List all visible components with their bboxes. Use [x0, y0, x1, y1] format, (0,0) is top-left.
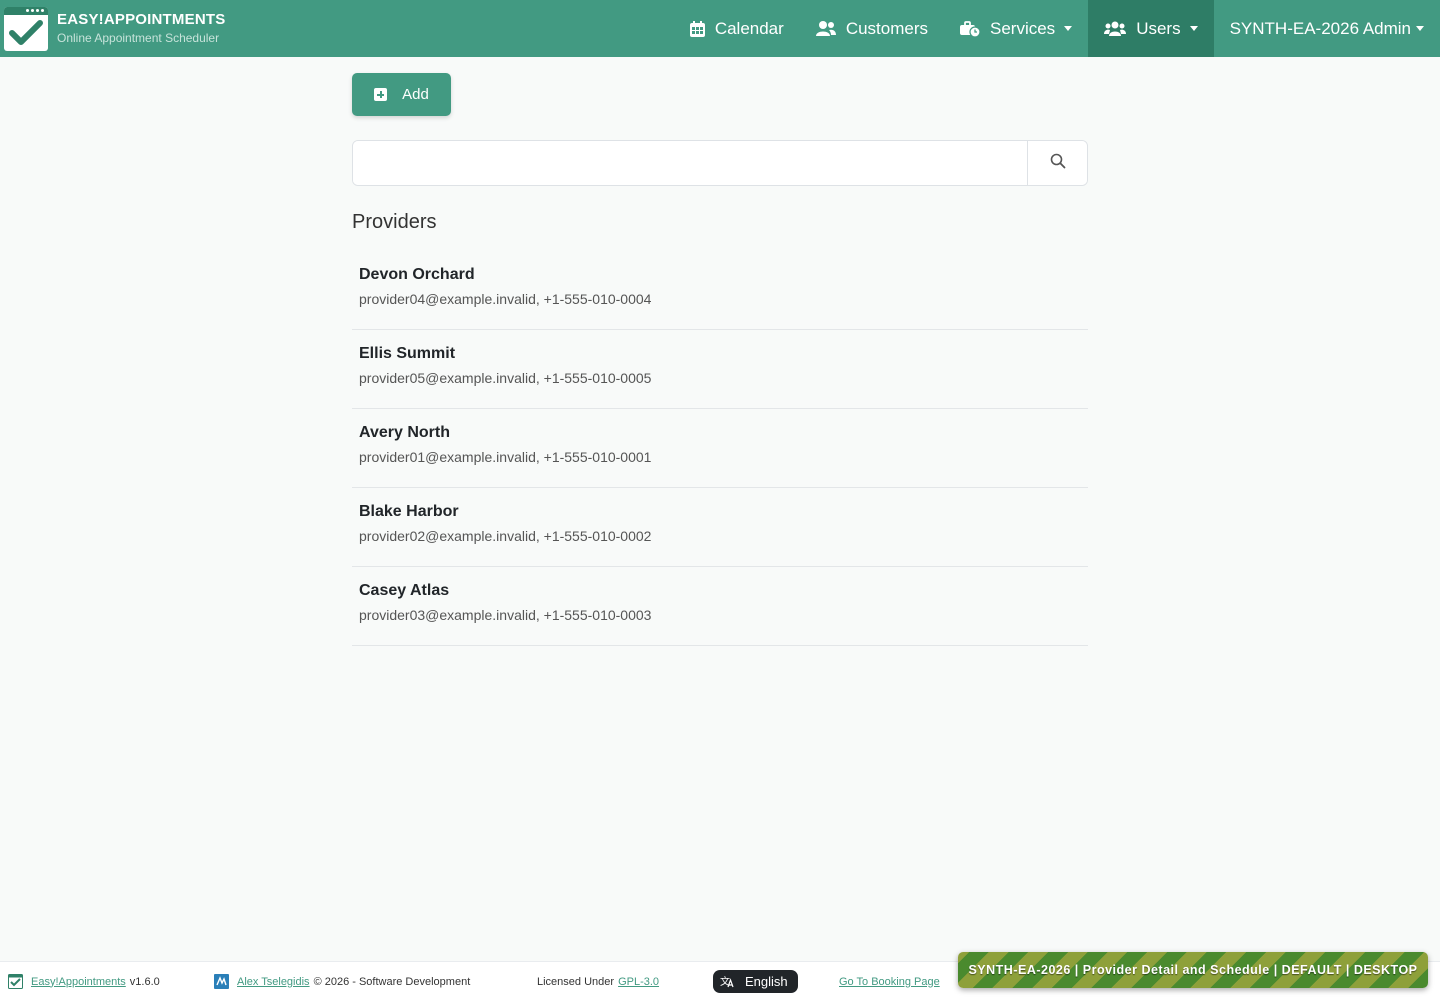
provider-name: Casey Atlas — [359, 582, 450, 599]
footer-language: 文 English — [713, 962, 798, 1000]
providers-heading: Providers — [352, 211, 437, 233]
main-nav: Calendar Customers Services Users SYNTH-… — [674, 0, 1440, 57]
nav-users-label: Users — [1136, 18, 1181, 38]
translate-icon: 文 — [720, 975, 734, 988]
users-icon — [815, 21, 836, 36]
add-button-label: Add — [402, 86, 429, 103]
chevron-down-icon — [1416, 26, 1424, 31]
provider-contact: provider03@example.invalid, +1-555-010-0… — [359, 607, 652, 623]
briefcase-clock-icon — [960, 20, 980, 37]
search-icon — [1050, 153, 1066, 174]
footer-license-label: Licensed Under — [537, 975, 615, 988]
top-navbar: EASY!APPOINTMENTS Online Appointment Sch… — [0, 0, 1440, 57]
calendar-icon — [689, 20, 705, 37]
search-button[interactable] — [1027, 141, 1087, 185]
nav-account-menu[interactable]: SYNTH-EA-2026 Admin — [1214, 0, 1440, 57]
brand-title: EASY!APPOINTMENTS — [57, 11, 226, 28]
provider-name: Devon Orchard — [359, 266, 475, 283]
language-label: English — [745, 974, 788, 989]
footer-author-link[interactable]: Alex Tselegidis — [237, 976, 310, 988]
nav-customers-label: Customers — [845, 18, 928, 38]
footer-copyright: © 2026 - Software Development — [313, 975, 471, 988]
author-logo-icon — [214, 974, 229, 989]
provider-name: Avery North — [359, 424, 450, 441]
main-content: Add Providers Devon Orchard provider04@e… — [352, 73, 1088, 646]
synth-banner: SYNTH-EA-2026 | Provider Detail and Sche… — [958, 952, 1428, 988]
plus-square-icon — [374, 88, 388, 101]
footer-app-link[interactable]: Easy!Appointments — [31, 976, 126, 988]
brand-subtitle: Online Appointment Scheduler — [57, 31, 220, 45]
footer-version: v1.6.0 — [129, 975, 160, 988]
chevron-down-icon — [1064, 26, 1073, 31]
users-group-icon — [1104, 21, 1127, 36]
nav-services[interactable]: Services — [944, 0, 1088, 57]
provider-list-item[interactable]: Ellis Summit provider05@example.invalid,… — [352, 330, 1088, 409]
app-logo-small-icon — [8, 974, 23, 989]
booking-page-link[interactable]: Go To Booking Page — [839, 976, 940, 988]
footer-app-info: Easy!Appointments v1.6.0 — [8, 962, 160, 1000]
footer-license-link[interactable]: GPL-3.0 — [618, 976, 659, 988]
brand[interactable]: EASY!APPOINTMENTS Online Appointment Sch… — [0, 0, 225, 57]
provider-contact: provider01@example.invalid, +1-555-010-0… — [359, 449, 652, 465]
providers-list: Devon Orchard provider04@example.invalid… — [352, 251, 1088, 646]
search-group — [352, 140, 1088, 186]
nav-calendar-label: Calendar — [714, 18, 784, 38]
nav-customers[interactable]: Customers — [800, 0, 944, 57]
footer-booking: Go To Booking Page — [839, 962, 940, 1000]
provider-name: Blake Harbor — [359, 503, 459, 520]
footer-author-info: Alex Tselegidis © 2026 - Software Develo… — [214, 962, 470, 1000]
language-selector[interactable]: 文 English — [713, 970, 798, 993]
app-logo — [4, 6, 48, 51]
nav-services-label: Services — [990, 18, 1056, 38]
provider-list-item[interactable]: Devon Orchard provider04@example.invalid… — [352, 251, 1088, 330]
add-button[interactable]: Add — [352, 73, 451, 116]
nav-account-label: SYNTH-EA-2026 Admin — [1229, 18, 1411, 38]
provider-contact: provider02@example.invalid, +1-555-010-0… — [359, 528, 652, 544]
provider-contact: provider04@example.invalid, +1-555-010-0… — [359, 291, 652, 307]
footer-license: Licensed Under GPL-3.0 — [537, 962, 659, 1000]
nav-users[interactable]: Users — [1088, 0, 1214, 57]
search-input[interactable] — [353, 141, 1027, 185]
provider-list-item[interactable]: Blake Harbor provider02@example.invalid,… — [352, 488, 1088, 567]
provider-contact: provider05@example.invalid, +1-555-010-0… — [359, 370, 652, 386]
chevron-down-icon — [1189, 26, 1198, 31]
nav-calendar[interactable]: Calendar — [674, 0, 800, 57]
provider-list-item[interactable]: Casey Atlas provider03@example.invalid, … — [352, 567, 1088, 646]
provider-list-item[interactable]: Avery North provider01@example.invalid, … — [352, 409, 1088, 488]
provider-name: Ellis Summit — [359, 345, 456, 362]
